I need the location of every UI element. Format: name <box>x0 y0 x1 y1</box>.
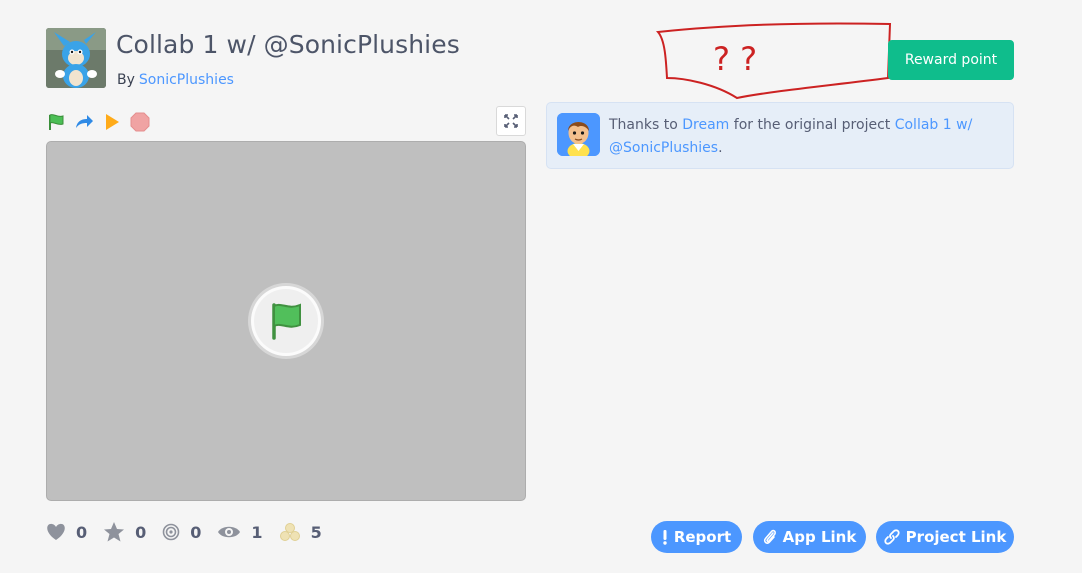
project-link-button[interactable]: Project Link <box>876 521 1014 553</box>
fullscreen-button[interactable] <box>496 106 526 136</box>
player-controls <box>46 108 150 136</box>
project-title: Collab 1 w/ @SonicPlushies <box>116 30 460 59</box>
credit-prefix: Thanks to <box>609 117 678 133</box>
eye-icon <box>218 526 241 538</box>
project-thumbnail <box>46 28 106 88</box>
heart-icon <box>47 523 65 540</box>
play-icon[interactable] <box>102 112 122 132</box>
paperclip-icon <box>763 529 776 544</box>
credit-author-link[interactable]: Dream <box>682 117 729 133</box>
start-flag-button[interactable] <box>251 286 321 356</box>
coins-count: 5 <box>310 522 322 542</box>
report-button[interactable]: Report <box>651 521 742 553</box>
credit-text: Thanks to Dream for the original project… <box>609 114 989 160</box>
views-count: 1 <box>251 522 263 542</box>
credit-avatar <box>557 113 600 156</box>
redo-icon[interactable] <box>74 112 94 132</box>
remix-credit-box: Thanks to Dream for the original project… <box>546 102 1014 169</box>
remixes-stat: 0 <box>162 523 201 542</box>
remix-icon <box>162 523 180 541</box>
views-stat: 1 <box>217 522 263 542</box>
coins-icon <box>279 523 300 541</box>
remixes-count: 0 <box>190 522 202 542</box>
handwritten-annotation: ? ? <box>655 20 895 100</box>
project-byline: By SonicPlushies <box>117 72 234 88</box>
report-label: Report <box>673 528 732 546</box>
by-label: By <box>117 72 135 88</box>
fullscreen-icon <box>504 114 518 128</box>
credit-middle: for the original project <box>733 117 891 133</box>
credit-suffix: . <box>718 140 723 156</box>
stop-icon[interactable] <box>130 112 150 132</box>
exclamation-icon <box>663 530 667 545</box>
reward-point-button[interactable]: Reward point <box>888 40 1014 80</box>
coins-stat: 5 <box>279 522 322 542</box>
app-link-button[interactable]: App Link <box>753 521 866 553</box>
green-flag-icon <box>272 303 301 340</box>
project-stats: 0 0 0 1 5 <box>46 520 338 544</box>
project-link-label: Project Link <box>905 528 1007 546</box>
favorites-stat[interactable]: 0 <box>103 521 146 543</box>
project-stage[interactable] <box>46 141 526 501</box>
annotation-text: ? ? <box>713 40 757 78</box>
green-flag-icon[interactable] <box>46 112 66 132</box>
loves-stat[interactable]: 0 <box>46 523 87 542</box>
link-icon <box>884 529 900 545</box>
star-icon <box>104 522 125 542</box>
author-link[interactable]: SonicPlushies <box>139 72 234 88</box>
app-link-label: App Link <box>782 528 857 546</box>
favorites-count: 0 <box>135 522 147 542</box>
loves-count: 0 <box>76 522 88 542</box>
